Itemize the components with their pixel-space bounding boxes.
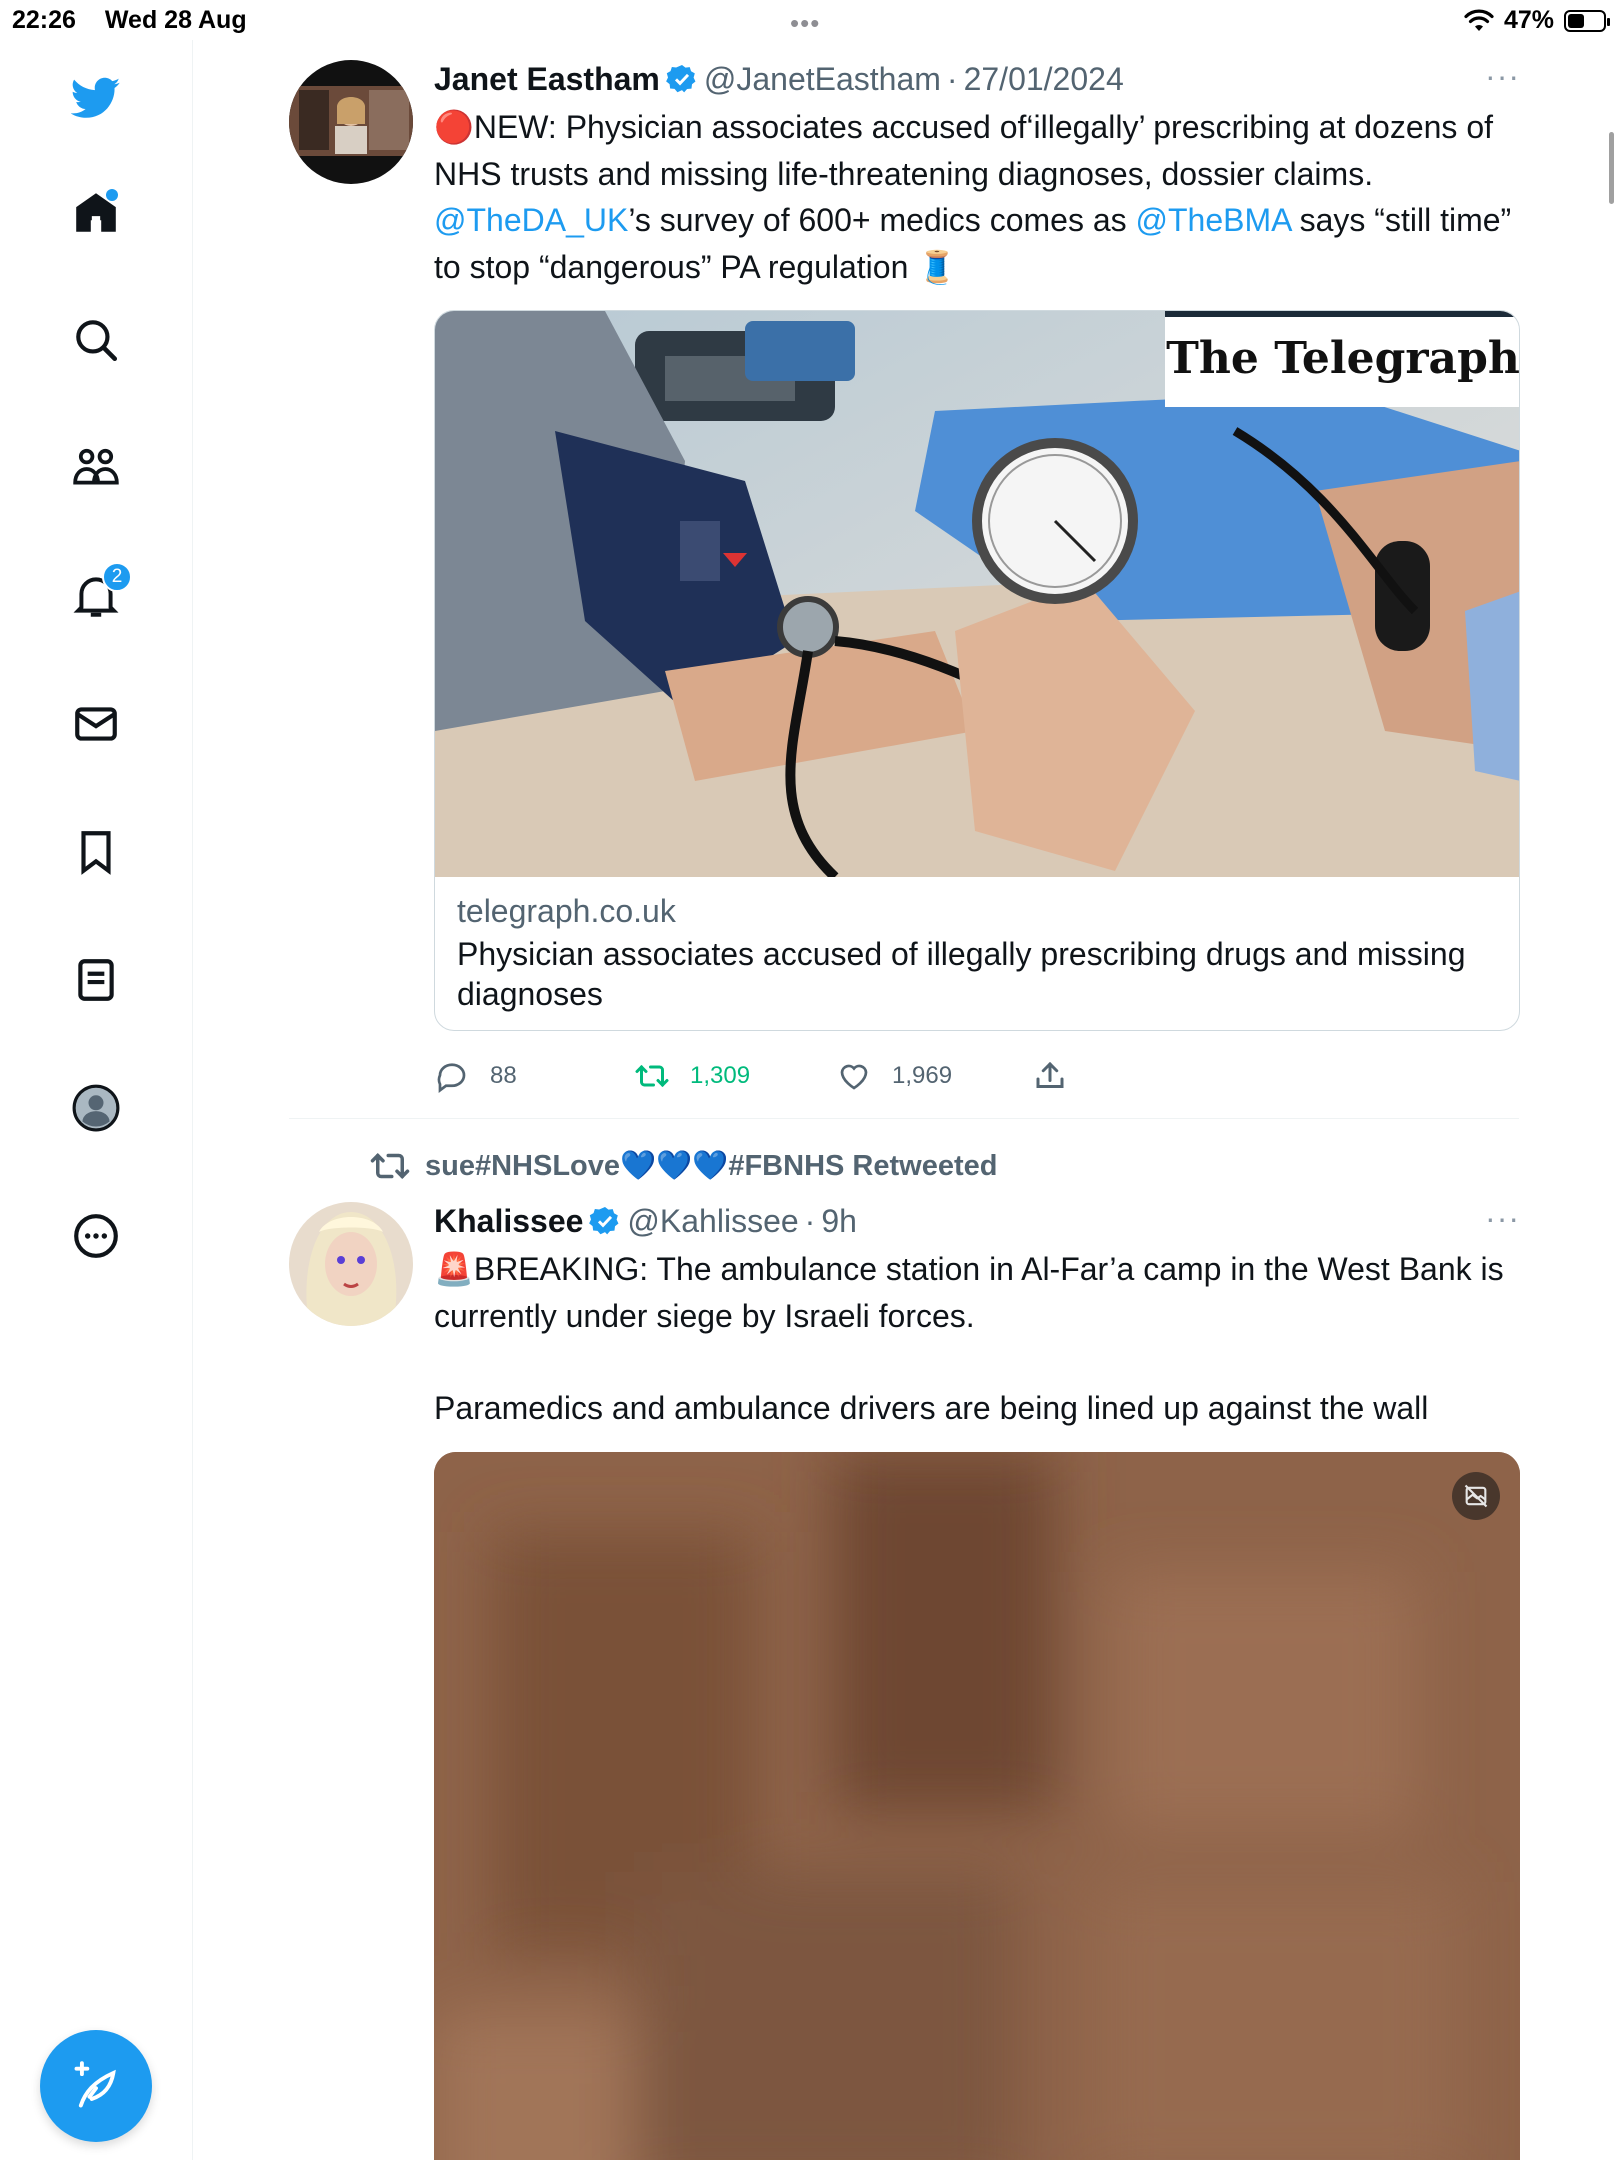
tweet-timestamp[interactable]: 9h bbox=[821, 1203, 857, 1240]
retweet-button[interactable]: 1,309 bbox=[634, 1058, 836, 1094]
retweet-count: 1,309 bbox=[690, 1062, 751, 1089]
status-time-date: 22:26 Wed 28 Aug bbox=[12, 6, 247, 35]
header-separator: · bbox=[804, 1202, 816, 1239]
sidebar: 2 bbox=[0, 40, 193, 2160]
messages-envelope-icon[interactable] bbox=[66, 694, 126, 754]
header-separator: · bbox=[946, 60, 958, 97]
home-new-dot bbox=[106, 189, 118, 201]
show-media-toggle[interactable] bbox=[1452, 1471, 1500, 1520]
reply-button[interactable]: 88 bbox=[434, 1058, 634, 1094]
like-count: 1,969 bbox=[892, 1062, 953, 1089]
tweet-text-mid: ’s survey of 600+ medics comes as bbox=[628, 202, 1136, 238]
multitasking-dots-icon[interactable]: ••• bbox=[790, 8, 820, 39]
author-handle[interactable]: @JanetEastham bbox=[704, 61, 941, 98]
like-button[interactable]: 1,969 bbox=[836, 1058, 1032, 1094]
author-name[interactable]: Janet Eastham bbox=[434, 61, 660, 98]
search-icon[interactable] bbox=[66, 310, 126, 370]
timeline-feed: Janet Eastham @JanetEastham · 27/01/2024… bbox=[193, 40, 1620, 2160]
verified-badge-icon bbox=[666, 63, 698, 95]
share-icon bbox=[1036, 1061, 1064, 1088]
status-right: 47% bbox=[1464, 6, 1610, 35]
link-preview-image[interactable]: The Telegraph bbox=[435, 311, 1519, 877]
wifi-icon bbox=[1464, 9, 1494, 31]
link-title: Physician associates accused of illegall… bbox=[457, 936, 1466, 1012]
more-options-icon[interactable]: ··· bbox=[1485, 58, 1520, 95]
reply-icon bbox=[437, 1063, 466, 1093]
author-handle[interactable]: @Kahlissee bbox=[627, 1203, 798, 1240]
retweeted-by-label: sue#NHSLove💙💙💙#FBNHS Retweeted bbox=[425, 1150, 998, 1182]
battery-percent: 47% bbox=[1503, 6, 1554, 34]
link-preview-info[interactable]: telegraph.co.uk Physician associates acc… bbox=[435, 877, 1519, 1030]
profile-avatar-icon[interactable] bbox=[66, 1078, 126, 1138]
tweet-actions: 88 1,309 1,969 bbox=[434, 1051, 1520, 1101]
mention-link[interactable]: @TheDA_UK bbox=[434, 202, 628, 238]
communities-icon[interactable] bbox=[66, 438, 126, 498]
author-name[interactable]: Khalissee bbox=[434, 1203, 583, 1240]
more-options-icon[interactable]: ··· bbox=[1485, 1200, 1520, 1237]
avatar-khalissee[interactable] bbox=[289, 1202, 413, 1326]
status-time: 22:26 bbox=[12, 6, 76, 34]
retweet-icon bbox=[370, 1153, 410, 1179]
battery-icon bbox=[1564, 9, 1610, 32]
more-circle-icon[interactable] bbox=[66, 1206, 126, 1266]
bookmark-icon[interactable] bbox=[66, 822, 126, 882]
tweet-text-line2: Paramedics and ambulance drivers are bei… bbox=[434, 1390, 1429, 1426]
tweet-header: Khalissee @Kahlissee · 9h bbox=[434, 1200, 1520, 1242]
reply-count: 88 bbox=[490, 1062, 517, 1089]
compose-feather-icon bbox=[74, 2061, 116, 2108]
notification-count-badge: 2 bbox=[102, 562, 132, 592]
tweet-text-line1: 🚨BREAKING: The ambulance station in Al-F… bbox=[434, 1251, 1504, 1334]
compose-tweet-button[interactable] bbox=[40, 2030, 152, 2142]
like-heart-icon bbox=[840, 1064, 868, 1090]
tweet-header: Janet Eastham @JanetEastham · 27/01/2024 bbox=[434, 58, 1520, 100]
link-preview-card[interactable]: The Telegraph telegraph.co.uk Physician … bbox=[434, 310, 1520, 1031]
link-domain: telegraph.co.uk bbox=[457, 893, 676, 929]
share-button[interactable] bbox=[1032, 1058, 1068, 1094]
notifications-bell-icon[interactable]: 2 bbox=[66, 562, 132, 626]
status-date: Wed 28 Aug bbox=[104, 6, 247, 34]
tweet-text: 🚨BREAKING: The ambulance station in Al-F… bbox=[434, 1246, 1520, 1432]
sensitive-media-blurred[interactable] bbox=[434, 1451, 1520, 2160]
lists-icon[interactable] bbox=[66, 950, 126, 1010]
status-bar: 22:26 Wed 28 Aug ••• 47% bbox=[0, 0, 1620, 40]
twitter-bird-icon[interactable] bbox=[66, 68, 126, 128]
tweet-timestamp[interactable]: 27/01/2024 bbox=[964, 61, 1124, 98]
telegraph-logo: The Telegraph bbox=[1166, 333, 1519, 384]
retweet-icon bbox=[635, 1064, 669, 1088]
avatar-janet-eastham[interactable] bbox=[289, 60, 413, 184]
verified-badge-icon bbox=[589, 1205, 621, 1237]
tweet-divider bbox=[289, 1118, 1519, 1119]
tweet-text: 🔴NEW: Physician associates accused of‘il… bbox=[434, 104, 1520, 290]
home-icon[interactable] bbox=[66, 183, 126, 243]
hide-sensitive-media-icon bbox=[1464, 1484, 1488, 1507]
tweet-text-lead: 🔴NEW: Physician associates accused of‘il… bbox=[434, 109, 1493, 192]
mention-link[interactable]: @TheBMA bbox=[1136, 202, 1291, 238]
retweeted-by-row[interactable]: sue#NHSLove💙💙💙#FBNHS Retweeted bbox=[289, 1146, 1519, 1186]
